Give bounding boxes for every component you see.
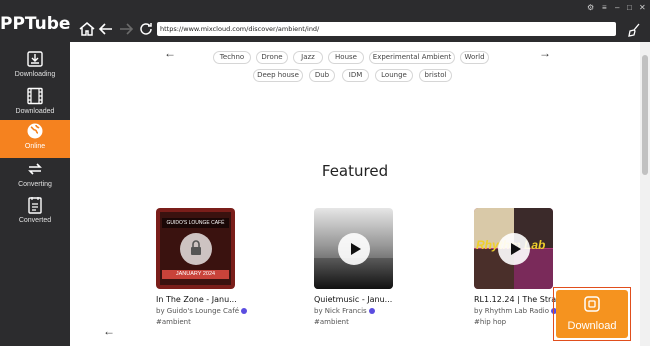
download-button-label: Download bbox=[567, 320, 617, 332]
document-icon bbox=[28, 197, 42, 214]
play-icon bbox=[511, 243, 521, 255]
sidebar-item-label: Converting bbox=[18, 181, 52, 188]
genre-tag[interactable]: Jazz bbox=[293, 51, 323, 64]
sidebar-item-label: Converted bbox=[18, 217, 52, 224]
sidebar: PPTube Downloading Downloaded Online Con… bbox=[0, 0, 70, 346]
play-button[interactable] bbox=[180, 233, 212, 265]
mix-artwork[interactable] bbox=[314, 208, 393, 289]
download-button[interactable]: Download bbox=[556, 290, 628, 338]
url-input[interactable]: https://www.mixcloud.com/discover/ambien… bbox=[157, 22, 616, 36]
home-icon[interactable] bbox=[78, 20, 96, 38]
mix-artwork[interactable]: Rhythm Lab bbox=[474, 208, 553, 289]
sidebar-item-downloaded[interactable]: Downloaded bbox=[0, 87, 70, 123]
sidebar-item-label: Online bbox=[24, 143, 46, 150]
film-icon bbox=[27, 87, 43, 105]
genre-tag[interactable]: Drone bbox=[256, 51, 288, 64]
mix-tag[interactable]: #ambient bbox=[314, 318, 396, 326]
download-icon bbox=[584, 296, 600, 312]
settings-icon[interactable]: ⚙ bbox=[587, 3, 594, 12]
close-icon[interactable]: ✕ bbox=[639, 3, 646, 12]
genre-tag[interactable]: Lounge bbox=[375, 69, 413, 82]
play-button[interactable] bbox=[498, 233, 530, 265]
play-icon bbox=[351, 243, 361, 255]
convert-icon bbox=[28, 163, 42, 175]
forward-arrow-icon[interactable] bbox=[117, 20, 135, 38]
genre-tag[interactable]: Dub bbox=[309, 69, 335, 82]
genre-tag[interactable]: Experimental Ambient bbox=[369, 51, 455, 64]
mix-card[interactable]: Rhythm Lab RL1.12.24 | The Stra... by Rh… bbox=[474, 208, 558, 326]
section-title: Featured bbox=[321, 162, 389, 180]
menu-icon[interactable]: ≡ bbox=[602, 3, 607, 12]
refresh-icon[interactable] bbox=[137, 20, 155, 38]
mix-title[interactable]: In The Zone - Janu... bbox=[156, 295, 238, 304]
mix-card[interactable]: Quietmusic - Janu... by Nick Francis #am… bbox=[314, 208, 396, 326]
mix-author-name: by Guido's Lounge Café bbox=[156, 307, 239, 315]
mix-tag[interactable]: #ambient bbox=[156, 318, 238, 326]
genre-tag[interactable]: Techno bbox=[213, 51, 251, 64]
genre-tag[interactable]: bristol bbox=[419, 69, 452, 82]
sidebar-item-label: Downloading bbox=[14, 71, 56, 78]
mix-author[interactable]: by Guido's Lounge Café bbox=[156, 307, 247, 315]
mix-author[interactable]: by Nick Francis bbox=[314, 307, 396, 315]
broom-icon[interactable] bbox=[626, 22, 642, 38]
app-logo: PPTube bbox=[0, 14, 71, 34]
scrollbar-thumb[interactable] bbox=[642, 55, 648, 175]
mix-card[interactable]: GUIDO'S LOUNGE CAFÉ JANUARY 2024 In The … bbox=[156, 208, 247, 326]
sidebar-item-downloading[interactable]: Downloading bbox=[0, 50, 70, 86]
lock-icon bbox=[191, 240, 201, 255]
tags-prev-arrow-icon[interactable]: ← bbox=[164, 46, 176, 60]
genre-tag[interactable]: House bbox=[328, 51, 364, 64]
mix-tag[interactable]: #hip hop bbox=[474, 318, 556, 326]
mix-artwork[interactable]: GUIDO'S LOUNGE CAFÉ JANUARY 2024 bbox=[156, 208, 235, 289]
play-button[interactable] bbox=[338, 233, 370, 265]
download-icon bbox=[27, 51, 43, 67]
artwork-title: GUIDO'S LOUNGE CAFÉ bbox=[162, 218, 229, 228]
sidebar-item-online[interactable]: Online bbox=[0, 120, 70, 158]
verified-icon bbox=[368, 308, 375, 314]
tags-next-arrow-icon[interactable]: → bbox=[539, 46, 551, 60]
mix-title[interactable]: Quietmusic - Janu... bbox=[314, 295, 396, 304]
mix-author-name: by Rhythm Lab Radio bbox=[474, 307, 550, 315]
artwork-subtitle: JANUARY 2024 bbox=[162, 270, 229, 279]
mix-title[interactable]: RL1.12.24 | The Stra... bbox=[474, 295, 556, 304]
back-arrow-icon[interactable] bbox=[97, 20, 115, 38]
mix-author[interactable]: by Rhythm Lab Radio bbox=[474, 307, 558, 315]
maximize-icon[interactable]: □ bbox=[627, 3, 632, 12]
genre-tag[interactable]: IDM bbox=[342, 69, 369, 82]
genre-tag[interactable]: World bbox=[460, 51, 489, 64]
minimize-icon[interactable]: – bbox=[615, 3, 619, 12]
sidebar-item-converting[interactable]: Converting bbox=[0, 160, 70, 196]
sidebar-item-label: Downloaded bbox=[15, 108, 55, 115]
carousel-prev-arrow-icon[interactable]: ← bbox=[103, 324, 115, 338]
mix-author-name: by Nick Francis bbox=[314, 307, 367, 315]
verified-icon bbox=[241, 308, 247, 314]
sidebar-item-converted[interactable]: Converted bbox=[0, 196, 70, 232]
globe-icon bbox=[27, 123, 43, 139]
genre-tag[interactable]: Deep house bbox=[253, 69, 303, 82]
